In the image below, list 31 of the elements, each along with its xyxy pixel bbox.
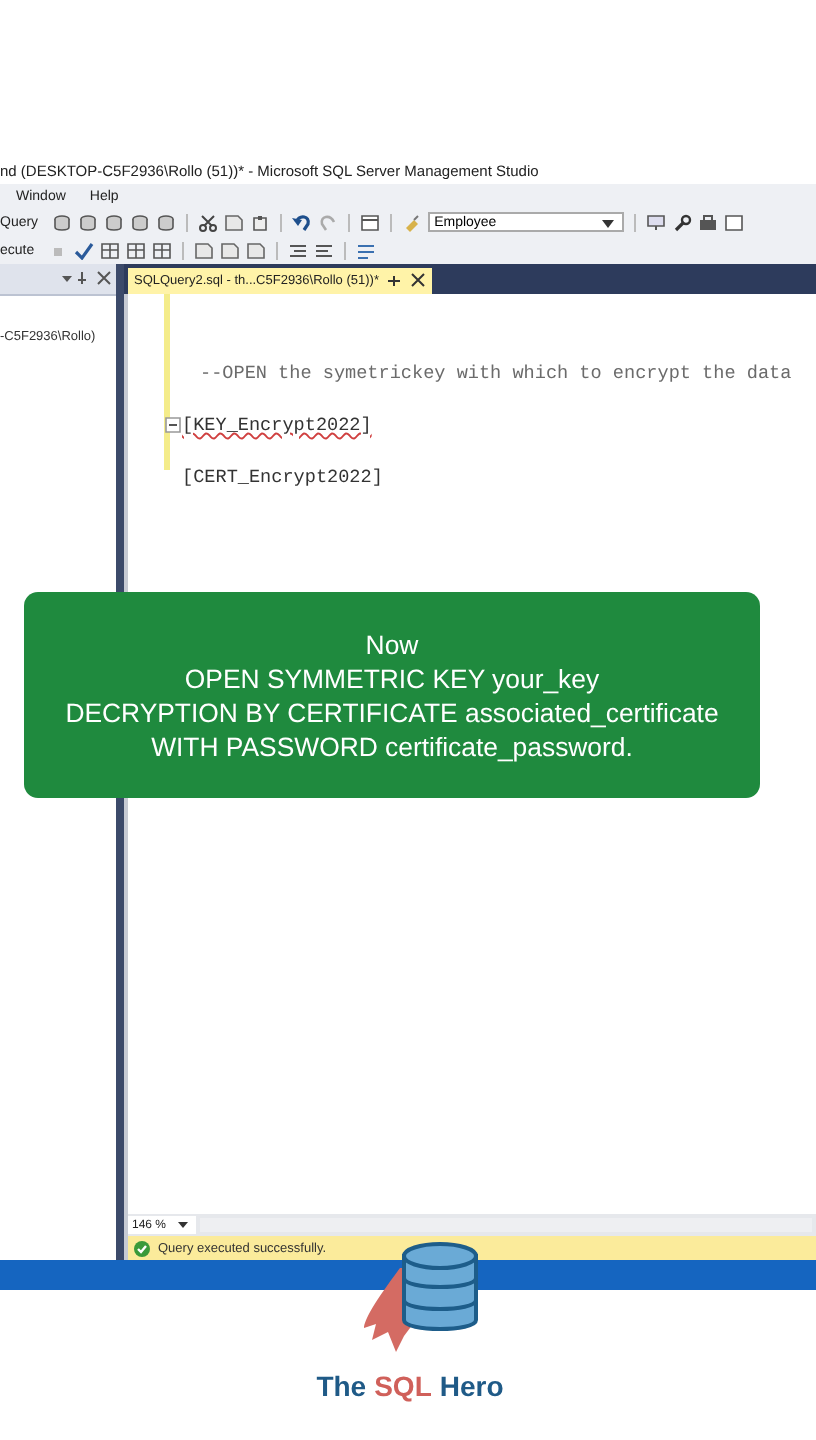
paste-icon[interactable] [250,213,271,231]
toolbox-icon[interactable] [698,213,719,231]
database-icon[interactable] [130,213,151,231]
caption-text: WITH PASSWORD certificate_password. [151,729,633,763]
grid-icon[interactable] [100,241,121,259]
window-icon[interactable] [724,213,745,231]
caption-text: OPEN SYMMETRIC KEY your_key [184,661,600,695]
window-icon[interactable] [360,213,381,231]
grid-icon[interactable] [152,241,173,259]
wrench-icon[interactable] [672,213,693,231]
collapse-icon[interactable] [164,415,182,433]
indent-icon[interactable] [288,241,309,259]
scissors-icon[interactable] [198,213,219,231]
database-icon[interactable] [78,213,99,231]
monitor-icon[interactable] [646,213,667,231]
close-icon[interactable] [408,272,427,290]
database-icon[interactable] [156,213,177,231]
check-icon[interactable] [74,241,95,259]
panel-buttons-icon[interactable] [60,270,112,288]
grid-icon[interactable] [126,241,147,259]
brand-name: The SQL Hero [316,1370,504,1402]
code-comment: --OPEN the symetrickey with which to encrypt the data [200,361,792,383]
code-line: [CERT_Encrypt2022] [182,465,383,487]
outdent-icon[interactable] [314,241,335,259]
caption-text: Now [365,627,419,661]
database-icon[interactable] [52,213,73,231]
undo-icon[interactable] [292,213,313,231]
database-icon[interactable] [104,213,125,231]
caret-icon [178,1222,189,1228]
code-line: [KEY_Encrypt2022] [182,413,372,435]
comment-icon[interactable] [356,241,377,259]
